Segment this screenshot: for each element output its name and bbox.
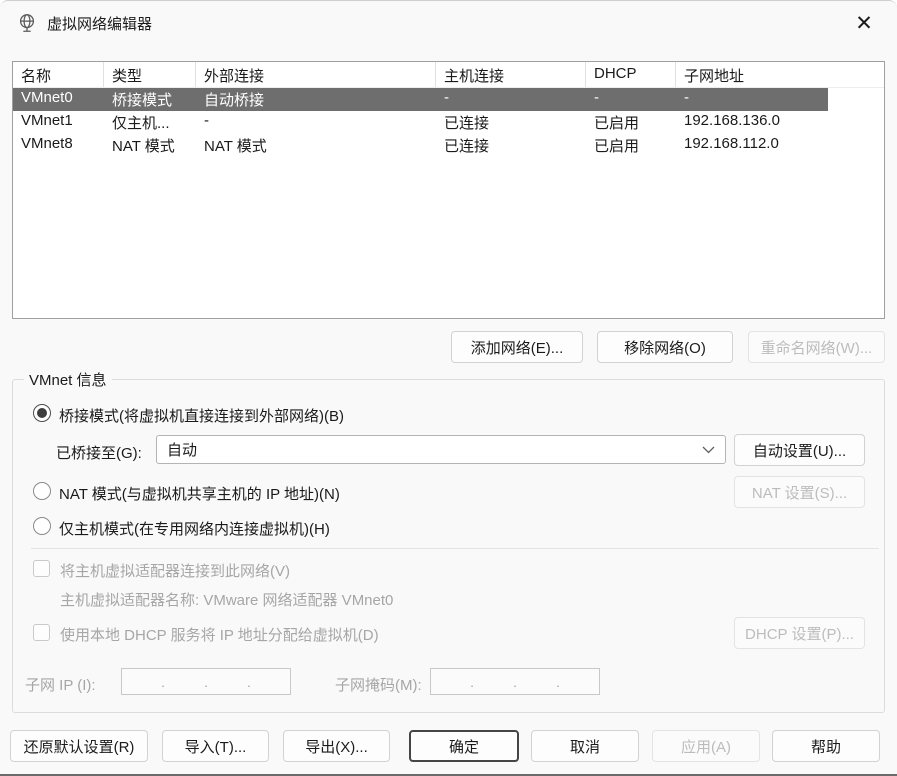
globe-network-icon <box>16 12 38 34</box>
use-local-dhcp-checkbox[interactable] <box>33 624 50 641</box>
column-header-host[interactable]: 主机连接 <box>436 62 586 87</box>
ip-dot: . <box>470 675 474 690</box>
cell-host: - <box>444 89 449 106</box>
chevron-down-icon <box>702 441 715 458</box>
table-row-vmnet8[interactable]: VMnet8 NAT 模式 NAT 模式 已连接 已启用 192.168.112… <box>13 134 828 157</box>
cell-external: - <box>204 112 209 129</box>
bridged-to-select[interactable]: 自动 <box>156 435 726 464</box>
column-header-name[interactable]: 名称 <box>13 62 104 87</box>
remove-network-button[interactable]: 移除网络(O) <box>597 331 733 363</box>
network-list: 名称 类型 外部连接 主机连接 DHCP 子网地址 VMnet0 桥接模式 自动… <box>12 61 885 319</box>
cell-type: 仅主机... <box>112 115 170 132</box>
column-header-subnet[interactable]: 子网地址 <box>676 62 828 87</box>
host-adapter-name-text: 主机虚拟适配器名称: VMware 网络适配器 VMnet0 <box>60 592 394 609</box>
ok-button[interactable]: 确定 <box>409 730 519 762</box>
network-list-header: 名称 类型 外部连接 主机连接 DHCP 子网地址 <box>13 62 884 88</box>
section-divider <box>31 548 879 549</box>
bridged-to-value: 自动 <box>167 442 198 459</box>
table-row-vmnet0[interactable]: VMnet0 桥接模式 自动桥接 - - - <box>13 88 828 111</box>
subnet-mask-label: 子网掩码(M): <box>335 677 422 694</box>
bridged-to-label: 已桥接至(G): <box>56 445 142 462</box>
column-header-external[interactable]: 外部连接 <box>196 62 436 87</box>
cell-external: NAT 模式 <box>204 138 267 155</box>
subnet-ip-input[interactable]: . . . <box>121 668 291 695</box>
import-button[interactable]: 导入(T)... <box>162 730 269 762</box>
host-only-mode-label[interactable]: 仅主机模式(在专用网络内连接虚拟机)(H) <box>59 518 330 539</box>
cancel-button[interactable]: 取消 <box>531 730 639 762</box>
nat-mode-radio[interactable] <box>33 482 51 500</box>
table-row-vmnet1[interactable]: VMnet1 仅主机... - 已连接 已启用 192.168.136.0 <box>13 111 828 134</box>
add-network-button[interactable]: 添加网络(E)... <box>451 331 583 363</box>
cell-name: VMnet8 <box>21 135 73 152</box>
subnet-mask-input[interactable]: . . . <box>430 668 600 695</box>
nat-settings-button[interactable]: NAT 设置(S)... <box>734 476 865 508</box>
bridged-mode-label[interactable]: 桥接模式(将虚拟机直接连接到外部网络)(B) <box>59 405 344 426</box>
title-bar: 虚拟网络编辑器 ✕ <box>0 1 897 46</box>
cell-host: 已连接 <box>444 115 490 132</box>
cell-subnet: 192.168.112.0 <box>684 135 779 152</box>
auto-settings-button[interactable]: 自动设置(U)... <box>734 434 865 466</box>
vmnet-info-group: VMnet 信息 桥接模式(将虚拟机直接连接到外部网络)(B) 已桥接至(G):… <box>12 369 885 713</box>
connect-host-adapter-checkbox[interactable] <box>33 560 50 577</box>
rename-network-button[interactable]: 重命名网络(W)... <box>748 331 885 363</box>
connect-host-adapter-label[interactable]: 将主机虚拟适配器连接到此网络(V) <box>60 560 290 581</box>
cell-external: 自动桥接 <box>204 92 265 109</box>
column-header-dhcp[interactable]: DHCP <box>586 62 676 87</box>
cell-subnet: - <box>684 89 689 106</box>
bridged-mode-radio[interactable] <box>33 404 51 422</box>
nat-mode-label[interactable]: NAT 模式(与虚拟机共享主机的 IP 地址)(N) <box>59 483 340 504</box>
restore-defaults-button[interactable]: 还原默认设置(R) <box>10 730 148 762</box>
ip-dot: . <box>161 675 165 690</box>
ip-dot: . <box>556 675 560 690</box>
cell-dhcp: 已启用 <box>594 115 640 132</box>
apply-button[interactable]: 应用(A) <box>652 730 760 762</box>
cell-dhcp: 已启用 <box>594 138 640 155</box>
use-local-dhcp-label[interactable]: 使用本地 DHCP 服务将 IP 地址分配给虚拟机(D) <box>60 624 379 645</box>
cell-name: VMnet0 <box>21 89 73 106</box>
help-button[interactable]: 帮助 <box>772 730 880 762</box>
close-button[interactable]: ✕ <box>841 1 887 46</box>
cell-host: 已连接 <box>444 138 490 155</box>
ip-dot: . <box>247 675 251 690</box>
export-button[interactable]: 导出(X)... <box>283 730 390 762</box>
ip-dot: . <box>204 675 208 690</box>
vmnet-info-group-label: VMnet 信息 <box>24 369 112 390</box>
dhcp-settings-button[interactable]: DHCP 设置(P)... <box>734 617 865 649</box>
cell-subnet: 192.168.136.0 <box>684 112 780 129</box>
cell-type: 桥接模式 <box>112 92 173 109</box>
ip-dot: . <box>513 675 517 690</box>
window-title: 虚拟网络编辑器 <box>47 16 153 33</box>
subnet-ip-label: 子网 IP (I): <box>25 677 96 694</box>
cell-name: VMnet1 <box>21 112 73 129</box>
cell-dhcp: - <box>594 89 599 106</box>
virtual-network-editor-dialog: 虚拟网络编辑器 ✕ 名称 类型 外部连接 主机连接 DHCP 子网地址 VMne… <box>0 0 897 776</box>
cell-type: NAT 模式 <box>112 138 175 155</box>
host-only-mode-radio[interactable] <box>33 517 51 535</box>
column-header-type[interactable]: 类型 <box>104 62 196 87</box>
